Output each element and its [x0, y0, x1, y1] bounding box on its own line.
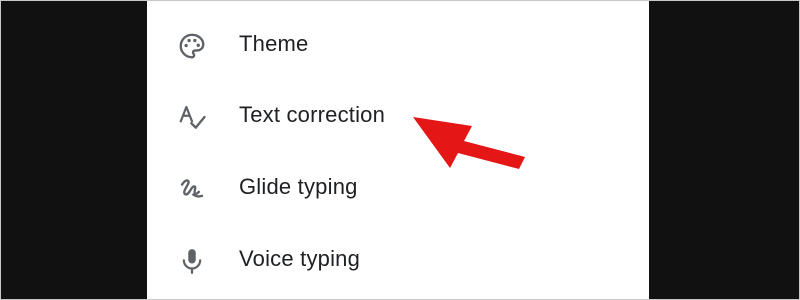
- screenshot-frame: Theme Text correction Glide typing Voice…: [0, 0, 800, 300]
- menu-item-label: Theme: [239, 31, 309, 56]
- settings-menu-panel: Theme Text correction Glide typing Voice…: [147, 1, 649, 299]
- annotation-arrow: [413, 117, 525, 169]
- menu-item-voice-typing[interactable]: Voice typing: [147, 228, 649, 288]
- menu-item-label: Text correction: [239, 102, 386, 127]
- menu-item-theme[interactable]: Theme: [147, 13, 649, 73]
- microphone-icon: [177, 246, 207, 276]
- menu-item-text-correction[interactable]: Text correction: [147, 84, 649, 144]
- menu-item-label: Glide typing: [239, 174, 358, 199]
- gesture-icon: [177, 174, 207, 204]
- menu-item-label: Voice typing: [239, 246, 361, 271]
- arrow-shape: [413, 117, 525, 169]
- spellcheck-icon: [177, 102, 207, 132]
- palette-icon: [177, 31, 207, 61]
- menu-item-glide-typing[interactable]: Glide typing: [147, 156, 649, 216]
